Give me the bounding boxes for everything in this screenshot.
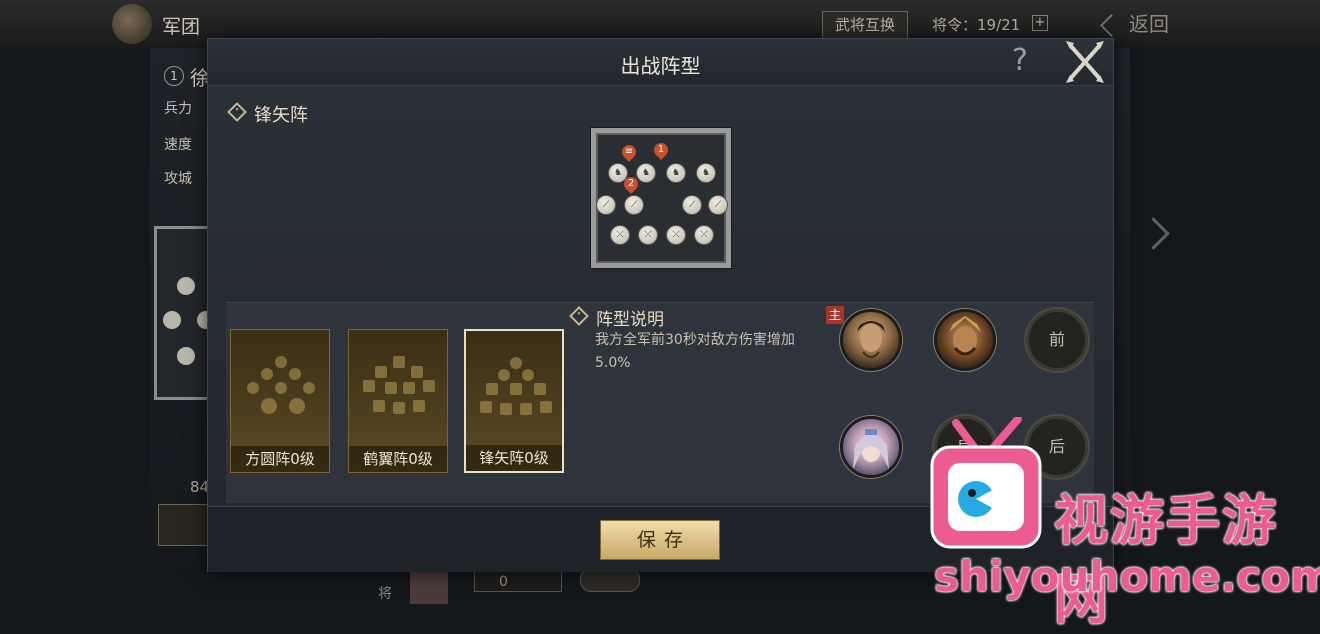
hero-portrait-icon bbox=[853, 429, 889, 469]
next-arrow-icon[interactable] bbox=[1137, 217, 1170, 250]
position-marker-1: 1 bbox=[651, 140, 671, 160]
board-slot-spear[interactable]: ⟋ bbox=[708, 195, 728, 215]
watermark-tv-icon bbox=[930, 417, 1042, 549]
close-icon bbox=[1066, 41, 1104, 83]
board-slot-archer[interactable]: ⤫ bbox=[610, 225, 630, 245]
slot-front[interactable]: 前 bbox=[1026, 309, 1088, 371]
formation-pattern-icon bbox=[363, 356, 435, 428]
add-orders-button[interactable]: + bbox=[1032, 15, 1048, 31]
watermark-url: shiyouhome.com bbox=[934, 552, 1320, 601]
close-button[interactable] bbox=[1060, 39, 1110, 85]
formation-card-label: 鹤翼阵0级 bbox=[349, 446, 447, 472]
board-slot-cavalry[interactable]: ♞ bbox=[666, 163, 686, 183]
general-rank: 1 bbox=[164, 66, 184, 86]
formation-board: ♞ ♞ ♞ ♞ ⟋ ⟋ ⟋ ⟋ ⤫ ⤫ ⤫ ⤫ ≡ 1 2 bbox=[591, 128, 731, 268]
back-arrow-icon bbox=[1100, 14, 1123, 37]
formation-card-arrowhead[interactable]: 锋矢阵0级 bbox=[464, 329, 564, 473]
formation-description: 我方全军前30秒对敌方伤害增加 5.0% bbox=[595, 329, 835, 375]
cavalry-icon: ♞ bbox=[671, 168, 681, 178]
bottom-avatar[interactable] bbox=[410, 572, 448, 604]
board-slot-cavalry[interactable]: ♞ bbox=[696, 163, 716, 183]
orders-counter: 将令：19/21 bbox=[932, 16, 1021, 34]
legion-title: 军团 bbox=[162, 16, 201, 38]
formation-card-label: 锋矢阵0级 bbox=[466, 445, 562, 471]
position-marker-2: 2 bbox=[621, 174, 641, 194]
formation-description-title: 阵型说明 bbox=[569, 305, 664, 330]
spear-icon: ⟋ bbox=[714, 200, 722, 210]
lord-badge: 主 bbox=[826, 306, 844, 324]
formation-pattern-icon bbox=[480, 357, 552, 429]
hero-slot-general[interactable] bbox=[934, 309, 996, 371]
stat-troops: 兵力 bbox=[164, 101, 192, 117]
formation-card-label: 方圆阵0级 bbox=[231, 446, 329, 472]
hero-portrait-icon bbox=[857, 321, 885, 358]
archer-icon: ⤫ bbox=[616, 230, 624, 240]
board-slot-archer[interactable]: ⤫ bbox=[638, 225, 658, 245]
formation-card-crane-wing[interactable]: 鹤翼阵0级 bbox=[348, 329, 448, 473]
hero-slot-rear-general[interactable] bbox=[840, 416, 902, 478]
diamond-icon bbox=[227, 102, 247, 122]
stat-siege: 攻城 bbox=[164, 171, 192, 187]
formation-name: 锋矢阵 bbox=[227, 101, 308, 127]
help-button[interactable]: ? bbox=[1004, 43, 1036, 79]
spear-icon: ⟋ bbox=[630, 200, 638, 210]
back-button[interactable]: 返回 bbox=[1098, 8, 1169, 38]
formation-pattern-icon bbox=[245, 356, 317, 428]
archer-icon: ⤫ bbox=[672, 230, 680, 240]
diamond-icon bbox=[569, 306, 589, 326]
formation-card-square-circle[interactable]: 方圆阵0级 bbox=[230, 329, 330, 473]
dialog-header: 出战阵型 ? bbox=[208, 39, 1113, 86]
spear-icon: ⟋ bbox=[602, 200, 610, 210]
bottom-general-label: 将 bbox=[378, 586, 392, 602]
back-label: 返回 bbox=[1129, 12, 1169, 36]
board-slot-archer[interactable]: ⤫ bbox=[694, 225, 714, 245]
board-slot-spear[interactable]: ⟋ bbox=[682, 195, 702, 215]
slot-front-label: 前 bbox=[1048, 330, 1065, 349]
lord-marker-icon: ≡ bbox=[619, 142, 639, 162]
description-text: 我方全军前30秒对敌方伤害增加 bbox=[595, 332, 795, 348]
board-slot-archer[interactable]: ⤫ bbox=[666, 225, 686, 245]
general-swap-button[interactable]: 武将互换 bbox=[822, 11, 908, 39]
bottom-value-field: 0 bbox=[474, 570, 562, 592]
stat-speed: 速度 bbox=[164, 137, 192, 153]
hero-portrait-icon bbox=[949, 316, 981, 356]
cavalry-icon: ♞ bbox=[613, 168, 623, 178]
description-value: 5.0% bbox=[595, 355, 631, 371]
dialog-title: 出战阵型 bbox=[620, 54, 701, 78]
board-slot-cavalry[interactable]: ♞ bbox=[636, 163, 656, 183]
board-slot-spear[interactable]: ⟋ bbox=[624, 195, 644, 215]
legion-emblem-icon bbox=[112, 4, 152, 44]
archer-icon: ⤫ bbox=[644, 230, 652, 240]
board-slot-spear[interactable]: ⟋ bbox=[596, 195, 616, 215]
cavalry-icon: ♞ bbox=[641, 168, 651, 178]
cavalry-icon: ♞ bbox=[701, 168, 711, 178]
save-button[interactable]: 保存 bbox=[600, 520, 720, 560]
archer-icon: ⤫ bbox=[700, 230, 708, 240]
formation-name-label: 锋矢阵 bbox=[254, 105, 308, 126]
hero-slot-commander[interactable] bbox=[840, 309, 902, 371]
spear-icon: ⟋ bbox=[688, 200, 696, 210]
